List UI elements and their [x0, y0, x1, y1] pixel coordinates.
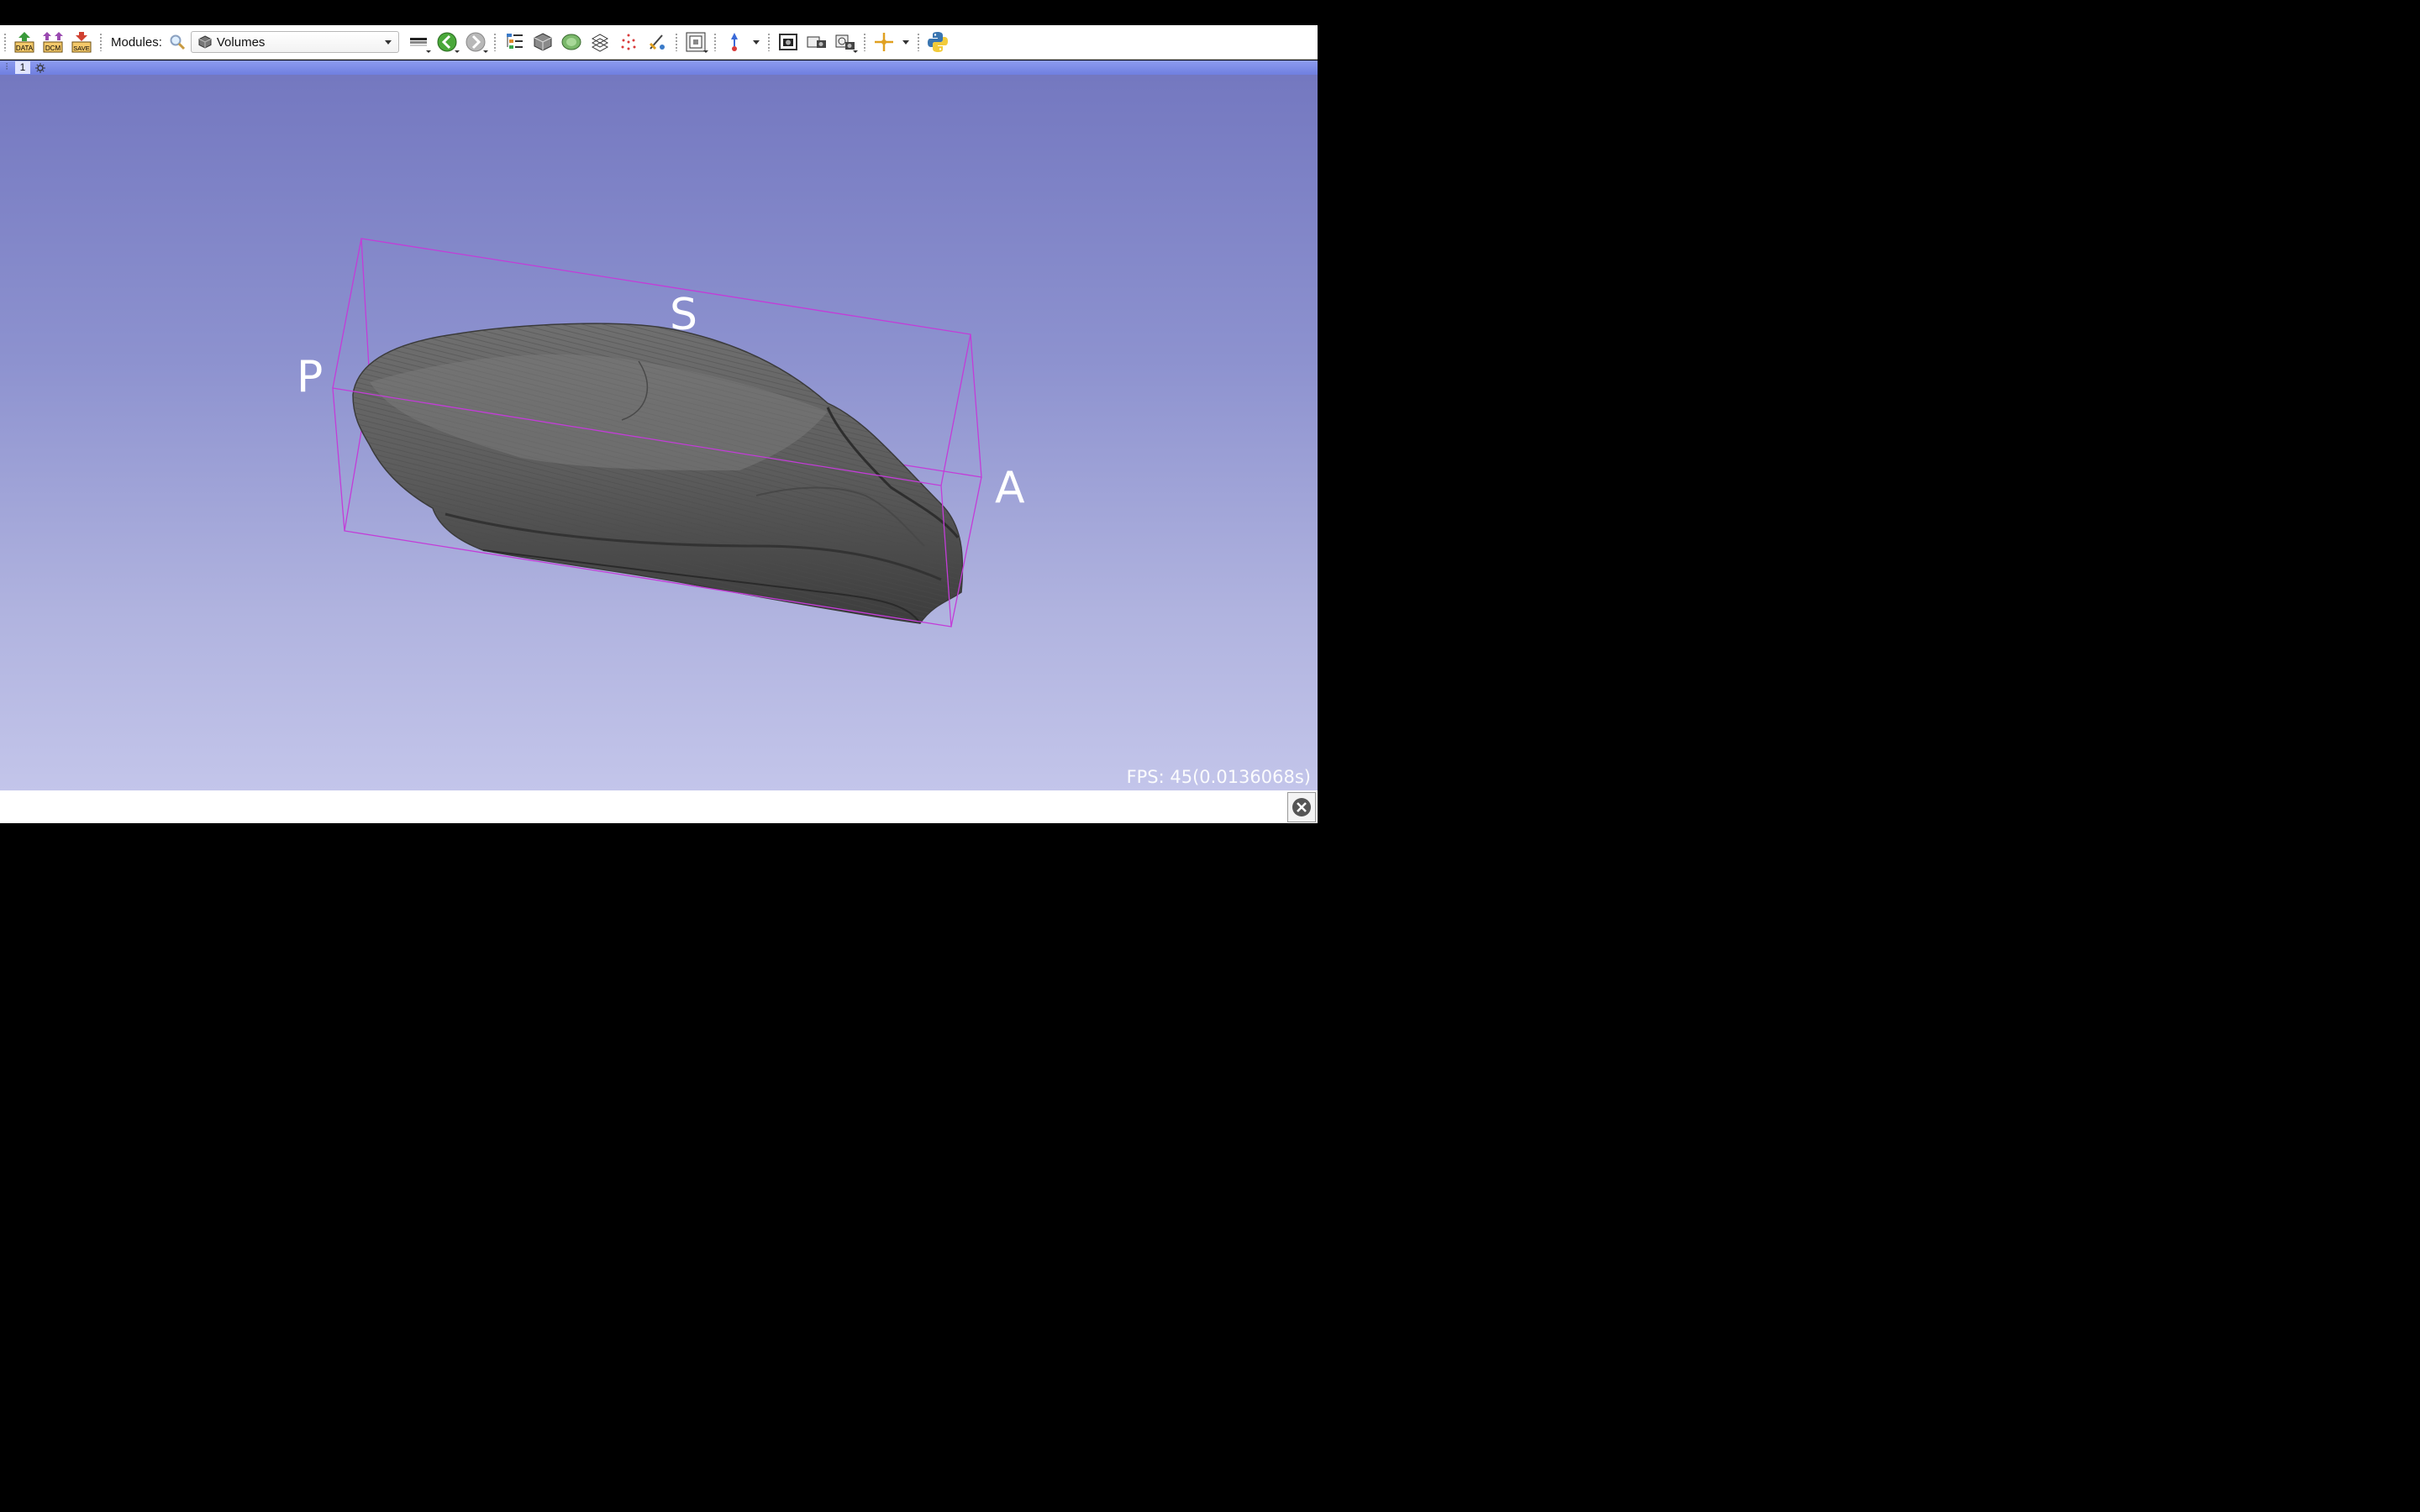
toolbar-grip[interactable] — [3, 33, 7, 51]
save-button[interactable]: SAVE — [67, 28, 96, 56]
transforms-module-button[interactable] — [586, 28, 614, 56]
screenshot-button[interactable] — [774, 28, 802, 56]
save-icon: SAVE — [71, 32, 92, 53]
chevron-down-icon — [752, 39, 760, 45]
forward-icon — [466, 32, 486, 52]
svg-text:SAVE: SAVE — [73, 45, 89, 52]
layout-icon — [409, 38, 427, 46]
toolbar-grip[interactable] — [99, 33, 103, 51]
fps-readout: FPS: 45(0.0136068s) — [1126, 767, 1311, 787]
view-number: 1 — [15, 61, 30, 74]
grid-icon — [591, 34, 608, 52]
module-selector[interactable]: Volumes — [190, 31, 399, 53]
transform-icon — [649, 34, 665, 50]
toolbar-grip[interactable] — [862, 33, 866, 51]
module-history-button[interactable] — [404, 28, 433, 56]
view-settings-icon[interactable] — [34, 60, 47, 75]
segment-icon — [561, 34, 581, 50]
editor-module-button[interactable] — [643, 28, 671, 56]
modules-label: Modules: — [111, 34, 162, 50]
gear-icon — [35, 62, 45, 73]
specimen-volume — [352, 323, 964, 624]
svg-text:DATA: DATA — [16, 45, 34, 52]
search-icon — [170, 34, 185, 50]
window-title-bar — [0, 0, 1318, 25]
main-toolbar: DATA DCM SAVE Modules: Volumes — [0, 25, 1318, 60]
scene-icon — [835, 34, 855, 50]
previous-module-button[interactable] — [433, 28, 461, 56]
3d-scene — [332, 238, 982, 627]
crosshair-icon — [874, 33, 893, 51]
layout-selector-button[interactable] — [681, 28, 710, 56]
view-controller-bar: ⫶ 1 — [0, 60, 1318, 75]
capture-scene-button[interactable] — [831, 28, 860, 56]
pin-icon[interactable]: ⫶ — [0, 60, 13, 75]
toolbar-grip[interactable] — [766, 33, 771, 51]
python-console-button[interactable] — [923, 28, 952, 56]
next-module-button[interactable] — [461, 28, 490, 56]
dcm-icon: DCM — [43, 32, 63, 53]
extensions-icon — [506, 34, 523, 49]
volume-icon — [534, 33, 552, 51]
toolbar-grip[interactable] — [916, 33, 920, 51]
mouse-mode-icon — [730, 33, 738, 51]
toolbar-grip[interactable] — [713, 33, 717, 51]
status-bar — [0, 790, 1318, 823]
close-button[interactable] — [1287, 792, 1316, 822]
3d-view[interactable]: S P A FPS: 45(0.0136068s) — [0, 75, 1318, 790]
screenshot-icon — [778, 34, 797, 50]
mouse-mode-dropdown[interactable] — [749, 28, 764, 56]
orientation-label-posterior: P — [297, 352, 324, 402]
markups-icon — [621, 34, 636, 50]
camera-icon — [807, 36, 826, 48]
orientation-label-superior: S — [670, 290, 698, 340]
models-module-button[interactable] — [557, 28, 586, 56]
chevron-down-icon — [902, 39, 909, 45]
module-search-button[interactable] — [167, 28, 187, 56]
python-icon — [927, 32, 948, 52]
orientation-label-anterior: A — [995, 463, 1025, 513]
markups-module-button[interactable] — [614, 28, 643, 56]
volumes-module-button[interactable] — [529, 28, 557, 56]
data-icon: DATA — [14, 32, 34, 53]
crosshair-dropdown[interactable] — [898, 28, 913, 56]
mouse-mode-button[interactable] — [720, 28, 749, 56]
dicom-button[interactable]: DCM — [39, 28, 67, 56]
chevron-down-icon — [384, 39, 392, 45]
scene-view-button[interactable] — [802, 28, 831, 56]
close-icon — [1292, 798, 1311, 816]
svg-text:DCM: DCM — [45, 45, 61, 52]
load-data-button[interactable]: DATA — [10, 28, 39, 56]
viewlayout-icon — [686, 32, 706, 52]
crosshair-button[interactable] — [870, 28, 898, 56]
back-icon — [437, 32, 457, 52]
data-module-button[interactable] — [500, 28, 529, 56]
toolbar-grip[interactable] — [492, 33, 497, 51]
volume-cube-icon — [198, 35, 212, 49]
module-selector-value: Volumes — [216, 34, 266, 50]
toolbar-grip[interactable] — [674, 33, 678, 51]
